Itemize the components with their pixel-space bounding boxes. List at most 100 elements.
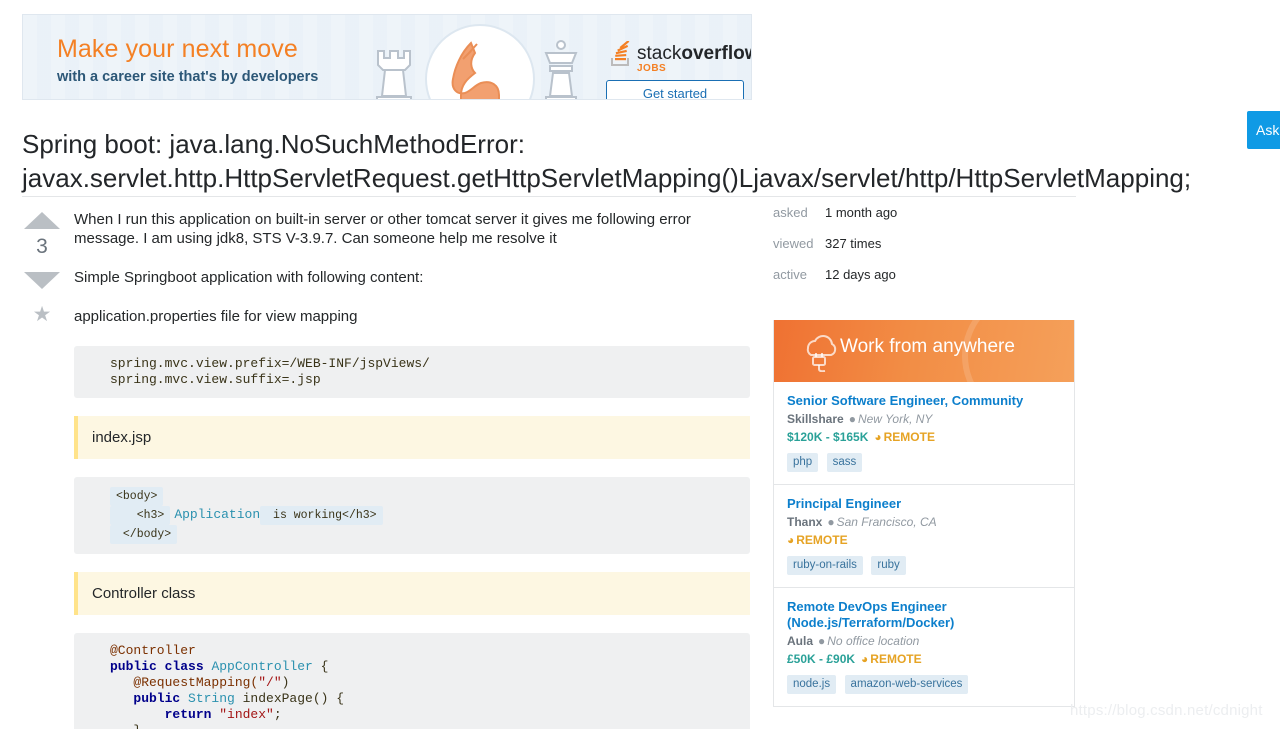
banner-subheadline: with a career site that's by developers xyxy=(57,69,319,85)
job-location: San Francisco, CA xyxy=(836,515,937,529)
wifi-icon: ◕ xyxy=(874,430,882,444)
job-tag[interactable]: ruby-on-rails xyxy=(787,556,863,575)
job-perks: $120K - $165K ◕ REMOTE xyxy=(787,429,1061,446)
job-remote-badge: ◕ REMOTE xyxy=(874,430,935,444)
stat-row-viewed: viewed 327 times xyxy=(773,236,1075,252)
jsp-h3-open: <h3> xyxy=(110,506,171,525)
wifi-icon: ◕ xyxy=(861,652,869,666)
job-meta: Skillshare ● New York, NY xyxy=(787,411,1061,428)
banner-headline: Make your next move xyxy=(57,35,298,63)
chess-knight-icon xyxy=(451,41,500,99)
stackoverflow-question-page: Make your next move with a career site t… xyxy=(0,0,1280,729)
job-tag[interactable]: php xyxy=(787,453,819,472)
java-l2-keyword: public class xyxy=(110,659,204,674)
jobs-widget-title: Work from anywhere xyxy=(840,336,1015,357)
job-title[interactable]: Remote DevOps Engineer (Node.js/Terrafor… xyxy=(787,599,1061,631)
location-pin-icon: ● xyxy=(818,634,826,648)
page-watermark: https://blog.csdn.net/cdnight xyxy=(1070,702,1263,719)
java-l5-keyword: return xyxy=(110,707,212,722)
location-pin-icon: ● xyxy=(848,412,856,426)
job-listing[interactable]: Remote DevOps Engineer (Node.js/Terrafor… xyxy=(774,588,1074,706)
job-tag[interactable]: amazon-web-services xyxy=(844,675,969,694)
stat-label-viewed: viewed xyxy=(773,236,814,251)
job-listing[interactable]: Principal Engineer Thanx ● San Francisco, … xyxy=(774,485,1074,588)
wifi-icon: ◕ xyxy=(787,533,795,547)
jsp-line-3: </body> xyxy=(110,525,178,544)
java-l1-annotation: @Controller xyxy=(110,643,196,658)
java-l3-annotation: @RequestMapping( xyxy=(110,675,259,690)
vote-cell: 3 ★ xyxy=(22,212,62,325)
question-body: When I run this application on built-in … xyxy=(74,210,750,729)
stat-value-asked: 1 month ago xyxy=(825,205,898,220)
job-meta: Aula ● No office location xyxy=(787,633,1061,650)
job-location: No office location xyxy=(827,634,920,648)
job-perks: £50K - £90K ◕ REMOTE xyxy=(787,651,1061,668)
job-location: New York, NY xyxy=(857,412,933,426)
location-pin-icon: ● xyxy=(827,515,835,529)
ask-question-button[interactable]: Ask xyxy=(1247,111,1280,149)
logo-jobs-label: JOBS xyxy=(637,63,667,74)
job-remote-label: REMOTE xyxy=(796,533,848,547)
job-salary: £50K - £90K xyxy=(787,652,856,666)
java-l3-rest: ) xyxy=(281,675,290,690)
job-tags: ruby-on-rails ruby xyxy=(787,555,1061,575)
job-company: Aula xyxy=(787,634,814,648)
chess-queen-icon xyxy=(544,40,578,99)
question-sidebar: asked 1 month ago viewed 327 times activ… xyxy=(773,205,1075,707)
chess-rook-icon xyxy=(376,50,412,99)
logo-word-overflow: overflow xyxy=(681,43,752,64)
java-l3-string: "/" xyxy=(258,675,282,690)
job-remote-badge: ◕ REMOTE xyxy=(861,652,922,666)
body-paragraph-1: When I run this application on built-in … xyxy=(74,211,691,247)
job-tag[interactable]: ruby xyxy=(871,556,906,575)
stat-value-active: 12 days ago xyxy=(825,267,896,282)
vote-count: 3 xyxy=(36,235,48,258)
jsp-h3-rest: is working</h3> xyxy=(260,506,383,525)
java-l4-keyword: public xyxy=(110,691,181,706)
body-paragraph-3: application.properties file for view map… xyxy=(74,308,358,325)
jobs-ad-banner[interactable]: Make your next move with a career site t… xyxy=(22,14,752,100)
job-company: Skillshare xyxy=(787,412,844,426)
job-tags: node.js amazon-web-services xyxy=(787,674,1061,694)
jsp-h3-text: Application xyxy=(174,507,261,522)
code-block-jsp: <body> <h3> Application is working</h3> <… xyxy=(74,477,750,554)
code-block-properties: spring.mvc.view.prefix=/WEB-INF/jspViews… xyxy=(74,346,750,398)
java-l5-rest: ; xyxy=(273,707,282,722)
java-l2-type: AppController xyxy=(211,659,313,674)
job-salary: $120K - $165K xyxy=(787,430,869,444)
job-remote-label: REMOTE xyxy=(870,652,922,666)
stat-label-asked: asked xyxy=(773,205,808,220)
stat-value-viewed: 327 times xyxy=(825,236,882,251)
note-controller-class: Controller class xyxy=(74,572,750,615)
job-listing[interactable]: Senior Software Engineer, Community Skil… xyxy=(774,382,1074,485)
cloud-plug-icon xyxy=(806,335,837,372)
job-company: Thanx xyxy=(787,515,823,529)
vote-down-icon[interactable] xyxy=(24,272,60,289)
get-started-button[interactable]: Get started xyxy=(606,80,744,99)
job-remote-label: REMOTE xyxy=(883,430,935,444)
job-meta: Thanx ● San Francisco, CA xyxy=(787,514,1061,531)
vote-up-icon[interactable] xyxy=(24,212,60,229)
title-divider xyxy=(22,196,1076,197)
job-perks: ◕ REMOTE xyxy=(787,532,1061,549)
java-l5-string: "index" xyxy=(211,707,274,722)
favorite-star-icon[interactable]: ★ xyxy=(22,304,62,325)
job-tag[interactable]: sass xyxy=(826,453,863,472)
page-title[interactable]: Spring boot: java.lang.NoSuchMethodError… xyxy=(22,127,1247,195)
java-l4-type: String xyxy=(180,691,235,706)
java-l4-rest: indexPage() { xyxy=(234,691,345,706)
logo-word-stack: stack xyxy=(637,43,682,64)
job-title[interactable]: Senior Software Engineer, Community xyxy=(787,393,1061,409)
code-block-java: @Controller public class AppController {… xyxy=(74,633,750,729)
job-tag[interactable]: node.js xyxy=(787,675,837,694)
body-paragraph-2: Simple Springboot application with follo… xyxy=(74,269,424,286)
job-remote-badge: ◕ REMOTE xyxy=(787,533,848,547)
java-l2-rest: { xyxy=(312,659,329,674)
stat-label-active: active xyxy=(773,267,807,282)
java-l6: } xyxy=(110,723,141,729)
logo-wordmark: stackoverflow xyxy=(637,43,752,65)
job-tags: php sass xyxy=(787,452,1061,472)
stat-row-asked: asked 1 month ago xyxy=(773,205,1075,221)
question-stats: asked 1 month ago viewed 327 times activ… xyxy=(773,205,1075,283)
job-title[interactable]: Principal Engineer xyxy=(787,496,1061,512)
